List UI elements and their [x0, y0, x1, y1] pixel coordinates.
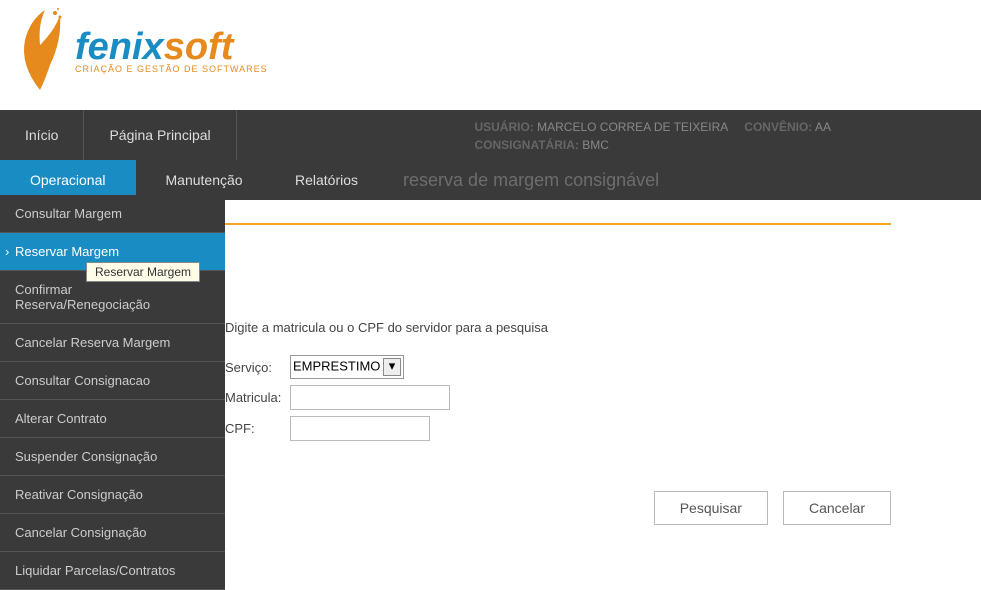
sidebar-item-reativar-consignacao[interactable]: Reativar Consignação — [0, 476, 225, 514]
pesquisar-button[interactable]: Pesquisar — [654, 491, 768, 525]
servico-label: Serviço: — [225, 360, 290, 375]
usuario-value: MARCELO CORREA DE TEIXEIRA — [537, 120, 728, 134]
sidebar-item-suspender-consignacao[interactable]: Suspender Consignação — [0, 438, 225, 476]
user-info: USUÁRIO: MARCELO CORREA DE TEIXEIRA CONV… — [474, 118, 831, 154]
logo-soft: soft — [164, 26, 234, 68]
sidebar: Consultar Margem Reservar Margem Reserva… — [0, 195, 225, 590]
convenio-value: AA — [815, 120, 831, 134]
logo-tagline: CRIAÇÃO E GESTÃO DE SOFTWARES — [75, 64, 268, 74]
form-row-servico: Serviço: EMPRESTIMO ▾ — [225, 355, 891, 379]
sidebar-item-cancelar-consignacao[interactable]: Cancelar Consignação — [0, 514, 225, 552]
subnav-manutencao[interactable]: Manutenção — [136, 160, 273, 200]
consignataria-value: BMC — [582, 138, 609, 152]
logo-icon — [10, 5, 70, 95]
cpf-label: CPF: — [225, 421, 290, 436]
sidebar-item-liquidar-parcelas[interactable]: Liquidar Parcelas/Contratos — [0, 552, 225, 590]
logo-area: fenixsoft CRIAÇÃO E GESTÃO DE SOFTWARES — [0, 0, 981, 110]
page-header: Relatórios reserva de margem consignável — [265, 160, 659, 200]
sidebar-item-alterar-contrato[interactable]: Alterar Contrato — [0, 400, 225, 438]
sidebar-item-consultar-margem[interactable]: Consultar Margem — [0, 195, 225, 233]
page-title: reserva de margem consignável — [403, 170, 659, 191]
button-row: Pesquisar Cancelar — [225, 491, 891, 525]
content-area: Digite a matricula ou o CPF do servidor … — [225, 320, 891, 525]
logo-fenix: fenix — [75, 26, 164, 68]
servico-value: EMPRESTIMO — [293, 358, 380, 373]
cancelar-button[interactable]: Cancelar — [783, 491, 891, 525]
subnav-relatorios[interactable]: Relatórios — [265, 160, 388, 200]
subnav-operacional[interactable]: Operacional — [0, 160, 136, 200]
usuario-label: USUÁRIO: — [474, 120, 533, 134]
matricula-input[interactable] — [290, 385, 450, 410]
form-row-cpf: CPF: — [225, 416, 891, 441]
chevron-down-icon[interactable]: ▾ — [383, 358, 401, 376]
top-nav: Início Página Principal USUÁRIO: MARCELO… — [0, 110, 981, 160]
consignataria-label: CONSIGNATÁRIA: — [474, 138, 578, 152]
nav-inicio[interactable]: Início — [0, 110, 84, 160]
form-instruction: Digite a matricula ou o CPF do servidor … — [225, 320, 891, 335]
cpf-input[interactable] — [290, 416, 430, 441]
nav-pagina-principal[interactable]: Página Principal — [84, 110, 236, 160]
sidebar-item-cancelar-reserva[interactable]: Cancelar Reserva Margem — [0, 324, 225, 362]
servico-select[interactable]: EMPRESTIMO ▾ — [290, 355, 404, 379]
logo: fenixsoft CRIAÇÃO E GESTÃO DE SOFTWARES — [10, 5, 981, 95]
sidebar-item-consultar-consignacao[interactable]: Consultar Consignacao — [0, 362, 225, 400]
logo-name: fenixsoft — [75, 26, 268, 69]
form-row-matricula: Matricula: — [225, 385, 891, 410]
divider-line — [225, 223, 891, 225]
tooltip: Reservar Margem — [86, 262, 200, 282]
logo-text: fenixsoft CRIAÇÃO E GESTÃO DE SOFTWARES — [75, 26, 268, 74]
convenio-label: CONVÊNIO: — [744, 120, 812, 134]
matricula-label: Matricula: — [225, 390, 290, 405]
